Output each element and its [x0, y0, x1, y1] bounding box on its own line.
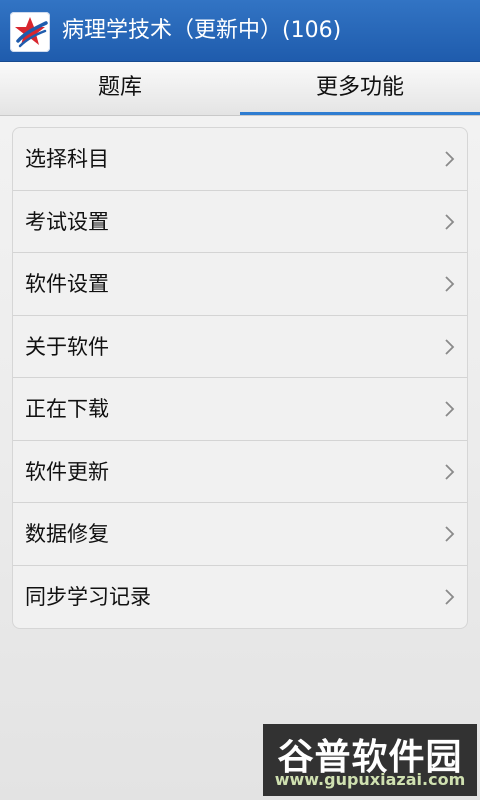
menu-item-data-repair[interactable]: 数据修复 [13, 503, 467, 566]
chevron-right-icon [445, 151, 455, 167]
menu-item-label: 选择科目 [25, 147, 109, 171]
menu-item-exam-settings[interactable]: 考试设置 [13, 191, 467, 253]
chevron-right-icon [445, 463, 455, 480]
menu-item-label: 同步学习记录 [25, 584, 151, 609]
menu-item-about[interactable]: 关于软件 [13, 316, 467, 378]
menu-item-software-settings[interactable]: 软件设置 [13, 253, 467, 316]
settings-menu: 选择科目 考试设置 软件设置 关于软件 正在下载 软件更新 数据修复 同步学习记… [12, 127, 468, 629]
menu-item-sync-records[interactable]: 同步学习记录 [13, 566, 467, 629]
page-title: 病理学技术（更新中）(106) [62, 18, 342, 43]
chevron-right-icon [445, 526, 455, 542]
watermark-overlay: 谷普软件园 www.gupuxiazai.com [263, 724, 477, 796]
menu-item-label: 软件设置 [25, 272, 109, 296]
chevron-right-icon [445, 588, 455, 605]
menu-item-software-update[interactable]: 软件更新 [13, 441, 467, 503]
menu-item-downloading[interactable]: 正在下载 [13, 378, 467, 441]
menu-item-label: 软件更新 [25, 459, 109, 484]
chevron-right-icon [445, 276, 455, 292]
title-bar: 病理学技术（更新中）(106) [0, 0, 480, 62]
tab-question-bank[interactable]: 题库 [0, 62, 240, 115]
menu-item-label: 关于软件 [25, 334, 109, 359]
menu-item-label: 考试设置 [25, 209, 109, 234]
menu-item-label: 正在下载 [25, 397, 109, 421]
tab-bar: 题库 更多功能 [0, 62, 480, 116]
menu-item-select-subject[interactable]: 选择科目 [13, 128, 467, 191]
star-logo-icon [10, 12, 50, 52]
tab-more-functions[interactable]: 更多功能 [240, 62, 480, 115]
chevron-right-icon [445, 401, 455, 417]
chevron-right-icon [445, 338, 455, 355]
menu-item-label: 数据修复 [25, 522, 109, 546]
chevron-right-icon [445, 213, 455, 230]
watermark-url: www.gupuxiazai.com [274, 770, 466, 789]
